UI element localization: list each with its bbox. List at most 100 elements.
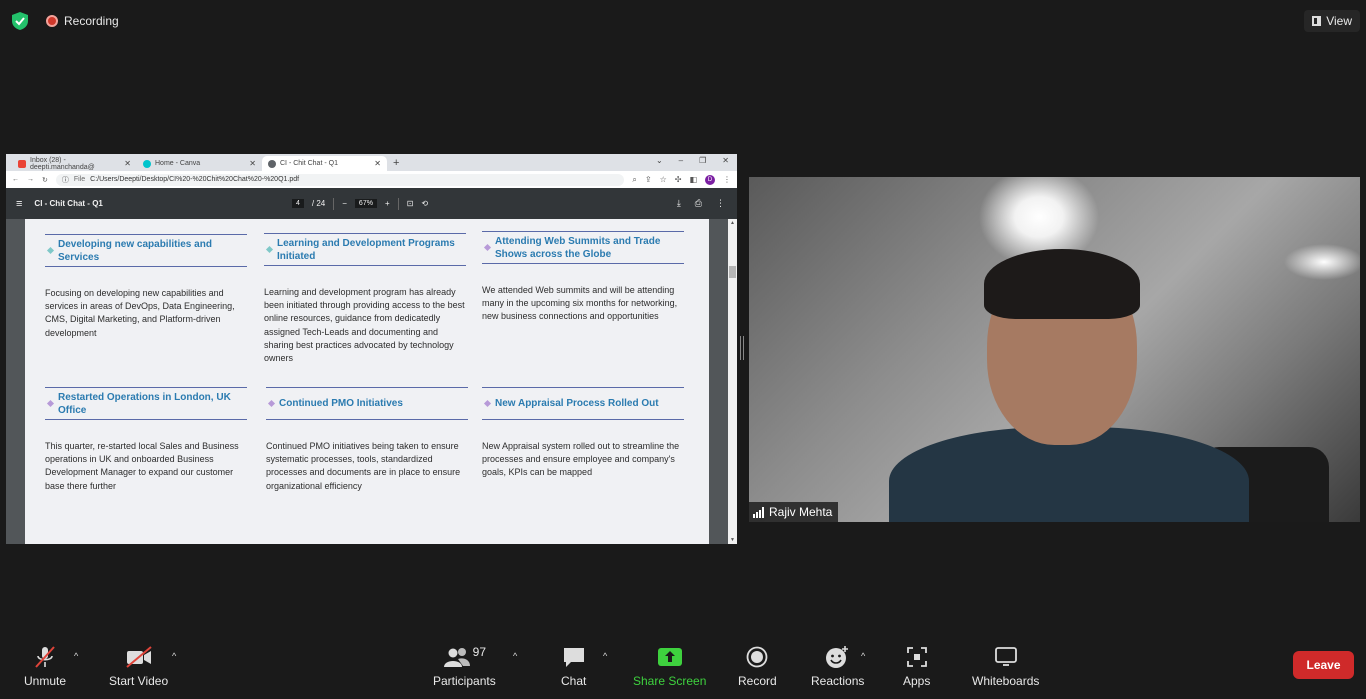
close-tab-icon[interactable]: ✕ [374,159,381,168]
more-icon[interactable]: ⋮ [716,198,725,209]
chat-button[interactable]: Chat [561,645,586,688]
scroll-down-icon[interactable]: ▼ [730,537,735,543]
zoom-out-icon[interactable]: − [342,199,347,208]
window-controls: ⌄ – ❐ ✕ [656,156,729,165]
diamond-icon [46,246,55,255]
card-heading: New Appraisal Process Rolled Out [482,387,684,420]
close-window-icon[interactable]: ✕ [722,156,729,165]
card-body: We attended Web summits and will be atte… [482,285,678,322]
whiteboards-button[interactable]: Whiteboards [972,645,1039,688]
apps-button[interactable]: Apps [903,645,930,688]
close-tab-icon[interactable]: ✕ [124,159,131,168]
card-title: Restarted Operations in London, UK Offic… [58,391,231,416]
divider [397,197,399,210]
card-heading: Attending Web Summits and Trade Shows ac… [482,231,684,264]
card-body: New Appraisal system rolled out to strea… [482,441,680,478]
reload-icon[interactable]: ↻ [42,176,48,184]
browser-tab-canva[interactable]: Home - Canva ✕ [137,156,262,171]
extensions-icon[interactable]: ✣ [675,175,682,184]
card-title: Continued PMO Initiatives [279,398,403,409]
view-button[interactable]: View [1304,10,1360,32]
minimize-icon[interactable]: – [679,156,683,165]
split-view-handle[interactable] [740,336,744,360]
browser-tab-gmail[interactable]: Inbox (28) - deepti.manchanda@ ✕ [12,156,137,171]
print-icon[interactable]: ⎙ [695,198,702,209]
share-icon[interactable]: ⇪ [645,175,652,184]
rotate-icon[interactable]: ⟲ [421,199,428,208]
share-screen-icon [657,645,683,669]
restore-icon[interactable]: ❐ [699,156,706,165]
page-number-input[interactable]: 4 [292,199,304,208]
recording-dot-icon [46,15,58,27]
card-appraisal-process: New Appraisal Process Rolled Out New App… [482,387,684,480]
pdf-viewer[interactable]: Developing new capabilities and Services… [6,219,737,544]
reactions-button[interactable]: Reactions [811,645,864,688]
tab-search-icon[interactable]: ⌄ [656,156,663,165]
back-icon[interactable]: ← [12,176,19,183]
card-new-capabilities: Developing new capabilities and Services… [45,234,247,340]
participant-name: Rajiv Mehta [769,505,833,519]
profile-avatar[interactable]: D [705,174,715,185]
card-title: Developing new capabilities and Services [58,238,212,263]
tab-label: Inbox (28) - deepti.manchanda@ [30,156,95,171]
reactions-options-chevron-icon[interactable]: ^ [861,651,865,661]
audio-options-chevron-icon[interactable]: ^ [74,651,78,661]
pdf-scrollbar[interactable]: ▲ ▼ [728,219,737,544]
pdf-actions: ⤓ ⎙ ⋮ [677,188,725,219]
participants-button[interactable]: 97 Participants [433,645,496,688]
star-icon[interactable]: ☆ [660,175,667,184]
more-icon[interactable]: ⋮ [723,175,731,184]
browser-actions: ⌕ ⇪ ☆ ✣ ◧ D ⋮ [632,174,731,185]
pdf-title: CI - Chit Chat - Q1 [34,199,103,208]
apps-label: Apps [903,674,931,688]
page-total: / 24 [311,199,326,208]
participants-label: Participants [433,674,496,688]
card-title: New Appraisal Process Rolled Out [495,398,659,409]
card-body: Continued PMO initiatives being taken to… [266,441,461,491]
address-bar-row: ← → ↻ ⓘ File C:/Users/Deepti/Desktop/CI%… [6,171,737,188]
fit-page-icon[interactable]: ⊡ [407,199,414,208]
diamond-icon [483,243,492,252]
card-web-summits: Attending Web Summits and Trade Shows ac… [482,231,684,324]
apps-icon [906,645,928,669]
card-heading: Learning and Development Programs Initia… [264,233,466,266]
globe-icon [268,159,276,168]
zoom-level-input[interactable]: 67% [354,199,377,208]
chat-options-chevron-icon[interactable]: ^ [603,651,607,661]
view-icon [1312,16,1322,26]
url-field[interactable]: ⓘ File C:/Users/Deepti/Desktop/CI%20-%20… [55,173,625,186]
participant-video-tile[interactable]: Rajiv Mehta [749,177,1360,522]
menu-icon[interactable]: ≡ [16,198,22,210]
smiley-icon [825,645,851,669]
start-video-button[interactable]: Start Video [109,645,168,688]
scroll-thumb[interactable] [729,266,736,278]
recording-indicator[interactable]: Recording [46,14,119,28]
forward-icon[interactable]: → [27,176,34,183]
record-icon [746,645,768,669]
new-tab-button[interactable]: + [393,156,399,171]
unmute-button[interactable]: Unmute [24,645,66,688]
signal-strength-icon [753,506,764,518]
zoom-meeting-window: Recording View Inbox (28) - deepti.manch… [0,0,1366,699]
leave-button[interactable]: Leave [1293,651,1354,679]
video-options-chevron-icon[interactable]: ^ [172,651,176,661]
pdf-page-controls: 4 / 24 − 67% + ⊡ ⟲ [292,188,428,219]
record-button[interactable]: Record [738,645,777,688]
zoom-icon[interactable]: ⌕ [632,175,636,185]
browser-tab-pdf[interactable]: CI - Chit Chat - Q1 ✕ [262,156,387,171]
close-tab-icon[interactable]: ✕ [249,159,256,168]
scroll-up-icon[interactable]: ▲ [730,220,735,226]
sidepanel-icon[interactable]: ◧ [689,175,697,184]
recording-label: Recording [64,14,119,28]
whiteboard-icon [994,645,1018,669]
chat-label: Chat [561,674,587,688]
participants-options-chevron-icon[interactable]: ^ [513,651,517,661]
share-screen-button[interactable]: Share Screen [633,645,706,688]
url-prefix: File [73,176,86,183]
zoom-in-icon[interactable]: + [385,199,390,208]
divider [333,197,335,210]
download-icon[interactable]: ⤓ [677,198,681,209]
reactions-label: Reactions [811,674,865,688]
card-title: Learning and Development Programs Initia… [277,237,455,262]
shield-check-icon[interactable] [12,12,28,30]
